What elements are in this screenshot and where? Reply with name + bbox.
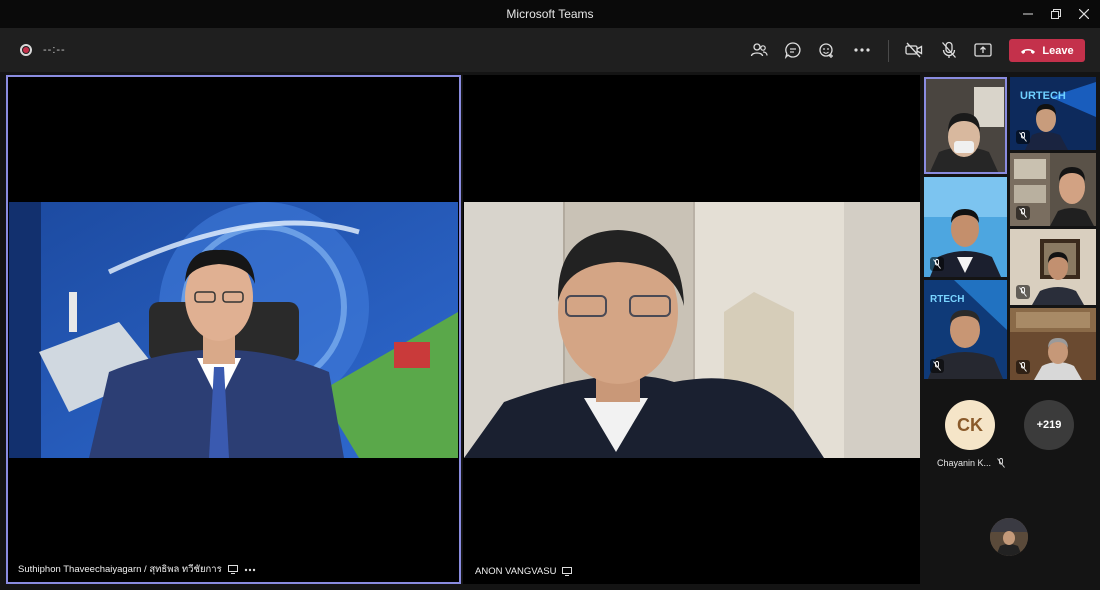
- more-participants-button[interactable]: +219: [1024, 400, 1074, 450]
- self-view[interactable]: [990, 518, 1028, 556]
- leave-button[interactable]: Leave: [1009, 39, 1085, 62]
- window-title: Microsoft Teams: [506, 7, 594, 21]
- phone-icon: [1021, 48, 1036, 54]
- video-tile-speaker-2[interactable]: ANON VANGVASU: [463, 75, 920, 584]
- close-icon: [1079, 9, 1089, 19]
- mic-off-icon: [933, 259, 941, 269]
- share-icon: [974, 43, 992, 57]
- minimize-icon: [1023, 13, 1033, 15]
- self-video-frame: [990, 518, 1028, 556]
- avatar-caption: Chayanin K...: [937, 458, 1005, 468]
- reactions-icon: [819, 43, 833, 58]
- muted-badge: [1016, 206, 1030, 220]
- more-icon: [854, 48, 870, 52]
- participant-video-frame: [464, 202, 920, 458]
- tile-more-icon[interactable]: [244, 568, 256, 572]
- participant-video-frame: [9, 202, 458, 458]
- participant-caption: Suthiphon Thaveechaiyagarn / สุทธิพล ทวี…: [18, 562, 256, 577]
- reactions-button[interactable]: [815, 38, 839, 62]
- muted-badge: [930, 257, 944, 271]
- video-tile-speaker-1[interactable]: Suthiphon Thaveechaiyagarn / สุทธิพล ทวี…: [6, 75, 461, 584]
- chat-button[interactable]: [781, 38, 805, 62]
- muted-badge: [1016, 285, 1030, 299]
- participants-icon: [750, 43, 768, 57]
- participant-video: [464, 202, 920, 458]
- thumbnail-participant[interactable]: [1010, 229, 1096, 305]
- toolbar-divider: [888, 40, 889, 62]
- muted-badge: [930, 359, 944, 373]
- mic-off-icon: [933, 361, 941, 371]
- participant-video-frame: [924, 77, 1007, 174]
- chat-icon: [784, 42, 801, 59]
- participants-button[interactable]: [747, 38, 771, 62]
- close-button[interactable]: [1069, 2, 1099, 26]
- participant-avatar[interactable]: CK: [945, 400, 995, 450]
- leave-label: Leave: [1042, 44, 1074, 57]
- restore-button[interactable]: [1041, 2, 1071, 26]
- participant-video: [9, 202, 458, 458]
- thumbnail-participant[interactable]: [1010, 308, 1096, 380]
- svg-text:RTECH: RTECH: [930, 294, 964, 305]
- more-options-button[interactable]: [850, 38, 874, 62]
- minimize-button[interactable]: [1013, 2, 1043, 26]
- camera-off-icon: [905, 42, 923, 58]
- mic-off-icon: [997, 458, 1005, 468]
- participant-name: ANON VANGVASU: [475, 566, 557, 577]
- restore-icon: [1051, 9, 1061, 19]
- participant-caption: ANON VANGVASU: [475, 566, 573, 577]
- thumbnail-participant[interactable]: [924, 77, 1007, 174]
- screen-share-indicator-icon: [227, 565, 238, 574]
- title-bar: Microsoft Teams: [0, 0, 1100, 28]
- mic-toggle-button[interactable]: [937, 38, 961, 62]
- svg-text:URTECH: URTECH: [1020, 90, 1066, 102]
- recording-indicator: [20, 44, 32, 56]
- screen-share-indicator-icon: [562, 567, 573, 576]
- mic-off-icon: [1019, 287, 1027, 297]
- mic-off-icon: [942, 41, 956, 58]
- mic-off-icon: [1019, 132, 1027, 142]
- avatar-participant-name: Chayanin K...: [937, 458, 992, 468]
- thumbnail-participant[interactable]: [1010, 153, 1096, 226]
- mic-off-icon: [1019, 208, 1027, 218]
- muted-badge: [1016, 360, 1030, 374]
- meeting-toolbar: --:--: [0, 28, 1100, 72]
- share-screen-button[interactable]: [971, 38, 995, 62]
- mic-off-icon: [1019, 362, 1027, 372]
- thumbnail-participant[interactable]: [924, 177, 1007, 277]
- camera-toggle-button[interactable]: [902, 38, 926, 62]
- thumbnail-participant[interactable]: RTECH: [924, 280, 1007, 379]
- participant-name: Suthiphon Thaveechaiyagarn / สุทธิพล ทวี…: [18, 564, 222, 575]
- muted-badge: [1016, 130, 1030, 144]
- thumbnail-participant[interactable]: URTECH: [1010, 77, 1096, 150]
- meeting-timer: --:--: [43, 44, 66, 56]
